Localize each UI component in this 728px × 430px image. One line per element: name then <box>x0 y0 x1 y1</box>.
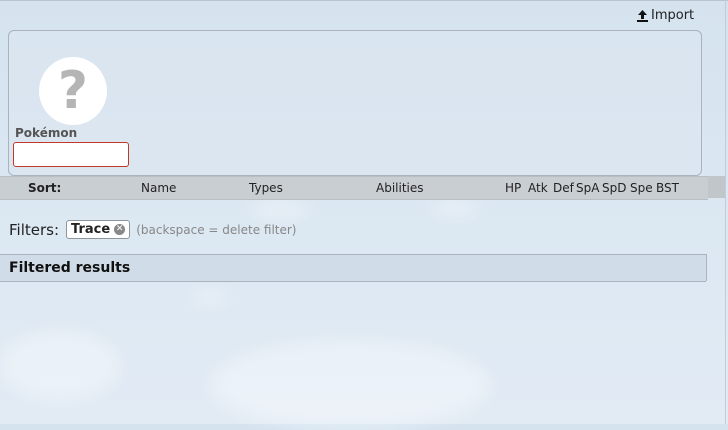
pokemon-label: Pokémon <box>15 126 78 140</box>
sort-atk[interactable]: Atk <box>528 181 548 195</box>
scrollbar-track[interactable] <box>708 176 725 198</box>
filter-chip-label: Trace <box>71 222 111 237</box>
top-border <box>0 0 728 1</box>
results-title: Filtered results <box>9 260 131 276</box>
right-border <box>725 0 726 424</box>
sort-spd[interactable]: SpD <box>602 181 626 195</box>
sort-label: Sort: <box>28 181 62 195</box>
filters-hint: (backspace = delete filter) <box>136 222 297 237</box>
filtered-results-header: Filtered results <box>0 254 706 282</box>
filter-chip-trace[interactable]: Trace ✕ <box>66 220 131 239</box>
sort-bar: Sort: Name Types Abilities HP Atk Def Sp… <box>0 176 708 200</box>
sort-spa[interactable]: SpA <box>576 181 599 195</box>
filters-label: Filters: <box>9 220 60 239</box>
question-mark-icon: ? <box>57 61 89 121</box>
results-header-edge <box>706 254 707 281</box>
sort-bst[interactable]: BST <box>656 181 679 195</box>
sort-hp[interactable]: HP <box>505 181 521 195</box>
sort-name[interactable]: Name <box>141 181 176 195</box>
pokemon-set-panel: ? Pokémon <box>8 30 702 176</box>
import-label: Import <box>651 8 695 23</box>
import-button[interactable]: Import <box>637 8 694 23</box>
pokemon-input[interactable] <box>13 142 129 167</box>
background-cloud <box>0 330 120 400</box>
background-cloud <box>430 200 480 218</box>
background-cloud <box>250 200 310 220</box>
sort-spe[interactable]: Spe <box>630 181 653 195</box>
filters-row: Filters: Trace ✕ (backspace = delete fil… <box>9 220 297 239</box>
sort-def[interactable]: Def <box>553 181 574 195</box>
background-cloud <box>210 340 490 430</box>
upload-icon <box>637 9 648 22</box>
pokemon-sprite: ? <box>39 57 107 125</box>
background-cloud <box>190 290 230 304</box>
sort-abilities[interactable]: Abilities <box>376 181 424 195</box>
sort-types[interactable]: Types <box>249 181 283 195</box>
close-circle-icon[interactable]: ✕ <box>114 224 126 235</box>
